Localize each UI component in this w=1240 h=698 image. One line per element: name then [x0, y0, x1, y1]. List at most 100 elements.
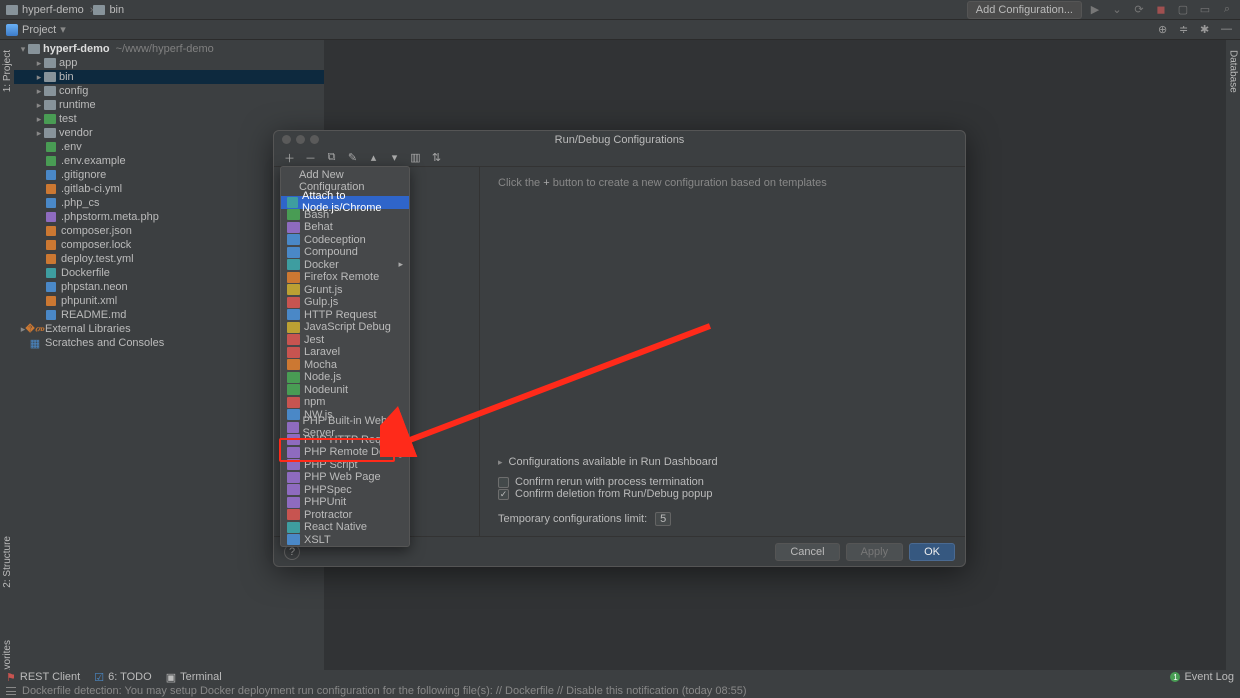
menu-item[interactable]: Protractor [281, 509, 409, 522]
layout-icon[interactable]: ▢ [1176, 3, 1190, 17]
menu-item[interactable]: Node.js [281, 371, 409, 384]
project-structure-icon[interactable]: ▭ [1198, 3, 1212, 17]
collapse-icon[interactable]: ≑ [1179, 23, 1192, 36]
tab-structure[interactable]: 2: Structure [1, 530, 14, 594]
breadcrumb-root[interactable]: hyperf-demo [6, 4, 84, 16]
coverage-icon[interactable]: ⟳ [1132, 3, 1146, 17]
config-type-icon [287, 409, 300, 420]
menu-item[interactable]: Jest [281, 334, 409, 347]
sort-icon[interactable]: ⇅ [431, 152, 442, 163]
folder-icon [44, 114, 56, 124]
menu-item[interactable]: Bash [281, 209, 409, 222]
event-log[interactable]: 1 Event Log [1170, 671, 1234, 683]
tree-node[interactable]: ▸bin [14, 70, 324, 84]
right-gutter: Database [1226, 40, 1240, 698]
chevron-down-icon[interactable]: ▾ [60, 23, 66, 36]
config-type-icon [287, 447, 300, 458]
menu-item[interactable]: Laravel [281, 346, 409, 359]
confirm-rerun-checkbox[interactable]: Confirm rerun with process termination [498, 476, 947, 488]
menu-item[interactable]: PHP Built-in Web Server [281, 421, 409, 434]
stop-icon[interactable]: ◼ [1154, 3, 1168, 17]
locate-icon[interactable]: ⊕ [1158, 23, 1171, 36]
down-icon[interactable]: ▾ [389, 152, 400, 163]
menu-item[interactable]: Behat [281, 221, 409, 234]
add-new-configuration-menu[interactable]: Add New Configuration Attach to Node.js/… [280, 166, 410, 547]
menu-item[interactable]: Gulp.js [281, 296, 409, 309]
tool-terminal[interactable]: ▣Terminal [166, 671, 222, 684]
add-icon[interactable]: ＋ [284, 152, 295, 163]
folder-icon [6, 5, 18, 15]
config-type-icon [287, 284, 300, 295]
tree-node[interactable]: ▸test [14, 112, 324, 126]
ok-button[interactable]: OK [909, 543, 955, 561]
tab-database[interactable]: Database [1227, 44, 1240, 99]
dialog-right-panel: Click the + button to create a new confi… [480, 167, 965, 536]
menu-icon[interactable] [6, 687, 16, 695]
config-type-icon [287, 459, 300, 470]
copy-icon[interactable]: ⧉ [326, 152, 337, 163]
menu-item[interactable]: PHP Script [281, 459, 409, 472]
temp-limit-input[interactable]: 5 [655, 512, 671, 526]
debug-icon[interactable]: ⌄ [1110, 3, 1124, 17]
menu-item[interactable]: Attach to Node.js/Chrome [281, 196, 409, 209]
cancel-button[interactable]: Cancel [775, 543, 839, 561]
gear-icon[interactable]: ✱ [1200, 23, 1213, 36]
dashboard-section[interactable]: ▸Configurations available in Run Dashboa… [498, 456, 947, 468]
status-bar: Dockerfile detection: You may setup Dock… [0, 684, 1240, 698]
run-icon[interactable]: ▶ [1088, 3, 1102, 17]
config-type-icon [287, 297, 300, 308]
tree-root[interactable]: ▾hyperf-demo~/www/hyperf-demo [14, 42, 324, 56]
menu-item[interactable]: Nodeunit [281, 384, 409, 397]
tree-node[interactable]: ▸app [14, 56, 324, 70]
tab-project[interactable]: 1: Project [1, 44, 14, 98]
config-type-icon [287, 347, 300, 358]
breadcrumb-child[interactable]: bin [93, 4, 124, 16]
menu-item[interactable]: React Native [281, 521, 409, 534]
left-gutter: 1: Project 2: Structure 2: Favorites [0, 40, 14, 698]
config-type-icon [287, 309, 300, 320]
menu-item[interactable]: Grunt.js [281, 284, 409, 297]
config-type-icon [287, 472, 300, 483]
config-type-icon [287, 234, 300, 245]
folder-icon[interactable]: ▥ [410, 152, 421, 163]
menu-item[interactable]: JavaScript Debug [281, 321, 409, 334]
titlebar: hyperf-demo › bin Add Configuration... ▶… [0, 0, 1240, 20]
apply-button[interactable]: Apply [846, 543, 904, 561]
menu-item[interactable]: PHPUnit [281, 496, 409, 509]
tree-node[interactable]: ▸runtime [14, 98, 324, 112]
menu-item[interactable]: npm [281, 396, 409, 409]
wrench-icon[interactable]: ✎ [347, 152, 358, 163]
confirm-deletion-checkbox[interactable]: Confirm deletion from Run/Debug popup [498, 488, 947, 500]
event-count-badge: 1 [1170, 672, 1180, 682]
config-type-icon [287, 422, 299, 433]
dialog-toolbar: ＋ － ⧉ ✎ ▴ ▾ ▥ ⇅ [274, 149, 965, 167]
tool-todo[interactable]: ☑6: TODO [94, 671, 151, 684]
menu-item[interactable]: PHP HTTP Request [281, 434, 409, 447]
project-toolbar: Project ▾ ⊕ ≑ ✱ — [0, 20, 1240, 40]
config-type-icon [287, 222, 300, 233]
remove-icon[interactable]: － [305, 152, 316, 163]
menu-item[interactable]: PHP Remote Debug [281, 446, 409, 459]
menu-item[interactable]: Compound [281, 246, 409, 259]
menu-item[interactable]: Mocha [281, 359, 409, 372]
menu-item[interactable]: Firefox Remote [281, 271, 409, 284]
menu-item[interactable]: PHPSpec [281, 484, 409, 497]
hide-icon[interactable]: — [1221, 23, 1234, 36]
breadcrumb-child-label: bin [109, 4, 124, 16]
menu-item[interactable]: HTTP Request [281, 309, 409, 322]
menu-item[interactable]: XSLT [281, 534, 409, 547]
project-panel-label[interactable]: Project [22, 24, 56, 36]
tree-node[interactable]: ▸config [14, 84, 324, 98]
file-icon [44, 281, 58, 293]
up-icon[interactable]: ▴ [368, 152, 379, 163]
window-controls[interactable] [282, 135, 319, 144]
menu-item[interactable]: Codeception [281, 234, 409, 247]
tool-rest-client[interactable]: ⚑REST Client [6, 671, 80, 684]
folder-icon [44, 128, 56, 138]
add-configuration-button[interactable]: Add Configuration... [967, 1, 1082, 19]
search-icon[interactable]: ⌕ [1220, 3, 1234, 17]
menu-item[interactable]: Docker▸ [281, 259, 409, 272]
file-icon [44, 197, 58, 209]
config-type-icon [287, 272, 300, 283]
menu-item[interactable]: PHP Web Page [281, 471, 409, 484]
